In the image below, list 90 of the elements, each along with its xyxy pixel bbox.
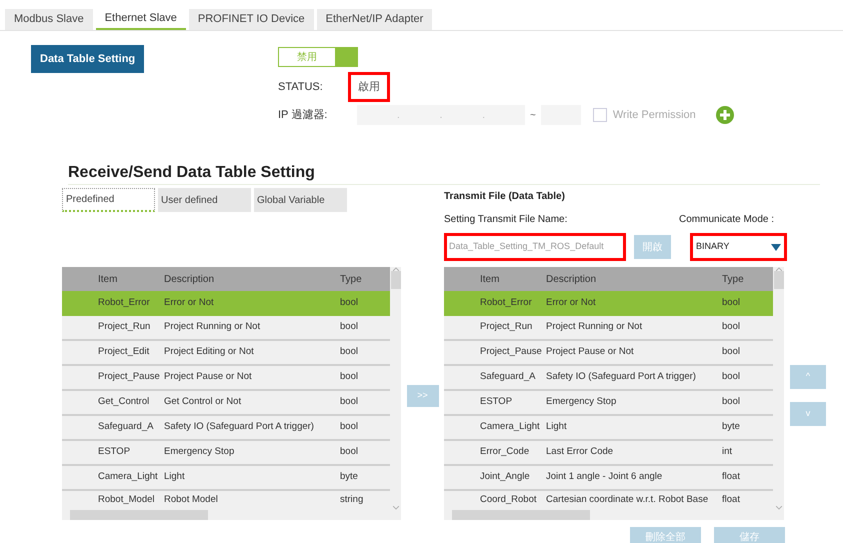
- status-label: STATUS:: [278, 80, 324, 95]
- table-cell-text: Emergency Stop: [546, 395, 618, 410]
- scrollbar-thumb[interactable]: [774, 271, 784, 289]
- column-header: Type: [340, 272, 363, 286]
- range-mark: ~: [530, 108, 536, 122]
- column-header: Description: [164, 272, 216, 286]
- table-cell-text: byte: [340, 470, 359, 484]
- table-cell-text: Emergency Stop: [164, 445, 236, 460]
- scroll-down-icon[interactable]: [776, 506, 782, 510]
- column-header: Type: [722, 272, 745, 286]
- scrollbar-thumb[interactable]: [390, 271, 400, 289]
- table-cell-text: bool: [340, 345, 359, 360]
- table-cell-text: Light: [164, 470, 186, 484]
- table-cell-text: Get_Control: [97, 395, 150, 410]
- column-header: Item: [479, 272, 500, 286]
- table-cell-text: bool: [340, 370, 359, 384]
- table-cell-text: Error or Not: [546, 296, 597, 310]
- table-row[interactable]: Robot_Error Error or Not bool: [444, 291, 773, 316]
- table-cell-text: bool: [722, 320, 741, 334]
- status-value: 啟用: [348, 72, 390, 102]
- table-cell-text: Robot_Error: [479, 296, 533, 310]
- table-cell-text: Robot_Model: [97, 492, 156, 507]
- table-cell-text: Joint 1 angle - Joint 6 angle: [546, 470, 664, 484]
- tab[interactable]: User defined: [158, 188, 251, 212]
- table-row[interactable]: Robot_Error Error or Not bool: [62, 291, 390, 316]
- table-cell-text: bool: [340, 420, 359, 434]
- table-cell-text: Light: [546, 420, 568, 434]
- table-cell-text: Project_Pause: [479, 345, 543, 360]
- caret-icon: [771, 244, 781, 250]
- table-cell-text: Project Pause or Not: [546, 345, 635, 360]
- scroll-up-icon[interactable]: [776, 267, 782, 271]
- ip-filter-label: IP 過濾器:: [278, 108, 328, 123]
- scrollbar-thumb[interactable]: [452, 510, 590, 520]
- table-cell-text: Safeguard_A: [97, 420, 154, 434]
- table-cell-text: Last Error Code: [546, 445, 614, 460]
- table-cell-text: bool: [722, 296, 741, 310]
- table-cell-text: float: [722, 470, 741, 484]
- file-name-label: Setting Transmit File Name:: [444, 213, 568, 227]
- table-cell-text: bool: [340, 445, 359, 460]
- table-cell-text: Camera_Light: [97, 470, 159, 484]
- tab[interactable]: Global Variable: [254, 188, 347, 212]
- scroll-down-icon[interactable]: [392, 506, 398, 510]
- section-title: Receive/Send Data Table Setting: [68, 163, 315, 183]
- mode-dropdown[interactable]: BINARY: [690, 233, 787, 261]
- table-cell-text: Get Control or Not: [164, 395, 242, 410]
- table-cell-text: Coord_Robot: [479, 492, 538, 507]
- table-cell-text: Cartesian coordinate w.r.t. Robot Base: [546, 492, 710, 507]
- table-cell-text: bool: [722, 370, 741, 384]
- table-cell-text: ESTOP: [97, 445, 132, 460]
- table-cell-text: Robot Model: [164, 492, 219, 507]
- table-cell-text: Project_Edit: [97, 345, 150, 360]
- data-table-setting-button[interactable]: Data Table Setting: [31, 45, 144, 73]
- table-cell-text: string: [340, 492, 364, 507]
- mode-label: Communicate Mode :: [679, 213, 774, 227]
- transmit-title: Transmit File (Data Table): [444, 190, 566, 204]
- table-cell-text: Safety IO (Safeguard Port A trigger): [546, 370, 697, 384]
- column-header: Description: [546, 272, 598, 286]
- table-cell-text: Project Pause or Not: [164, 370, 253, 384]
- scroll-up-icon[interactable]: [392, 267, 398, 271]
- scrollbar-thumb[interactable]: [70, 510, 208, 520]
- table-cell-text: bool: [340, 296, 359, 310]
- tab[interactable]: Predefined: [62, 188, 155, 212]
- table-cell-text: bool: [340, 320, 359, 334]
- write-permission-label: Write Permission: [612, 108, 696, 123]
- tab[interactable]: PROFINET IO Device: [188, 9, 314, 30]
- add-icon[interactable]: [716, 106, 734, 124]
- tab[interactable]: EtherNet/IP Adapter: [316, 9, 432, 30]
- table-cell-text: Camera_Light: [479, 420, 541, 434]
- table-cell-text: Error_Code: [479, 445, 530, 460]
- checkbox[interactable]: [592, 108, 607, 122]
- table-cell-text: Error or Not: [164, 296, 215, 310]
- table-cell-text: Project Running or Not: [546, 320, 644, 334]
- table-cell-text: Project_Pause: [97, 370, 161, 384]
- table-cell-text: Project_Run: [97, 320, 152, 334]
- table-cell-text: bool: [340, 395, 359, 410]
- table-cell-text: byte: [722, 420, 741, 434]
- table-cell-text: bool: [722, 345, 741, 360]
- tab[interactable]: Modbus Slave: [5, 9, 93, 30]
- table-cell-text: Joint_Angle: [479, 470, 531, 484]
- table-cell-text: Project Running or Not: [164, 320, 262, 334]
- table-cell-text: float: [722, 492, 741, 507]
- table-cell-text: Safety IO (Safeguard Port A trigger): [164, 420, 315, 434]
- table-cell-text: bool: [722, 395, 741, 410]
- table-cell-text: int: [722, 445, 734, 460]
- table-cell-text: ESTOP: [479, 395, 514, 410]
- table-cell-text: Robot_Error: [97, 296, 151, 310]
- table-cell-text: Project_Run: [479, 320, 534, 334]
- table-cell-text: Project Editing or Not: [164, 345, 255, 360]
- table-cell-text: Safeguard_A: [479, 370, 536, 384]
- column-header: Item: [97, 272, 118, 286]
